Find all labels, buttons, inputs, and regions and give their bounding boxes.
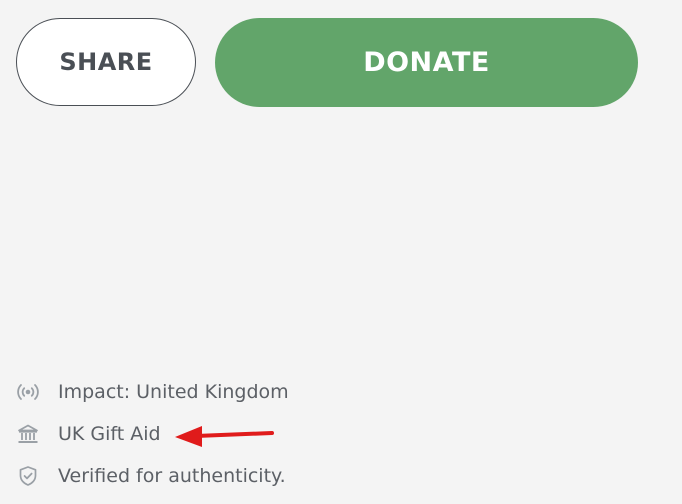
verified-info-row: Verified for authenticity.: [16, 461, 286, 491]
annotation-arrow-icon: [175, 426, 274, 447]
bank-icon: [16, 422, 40, 446]
gift-aid-info-row: UK Gift Aid: [16, 419, 161, 449]
donate-button[interactable]: DONATE: [215, 18, 638, 107]
share-button[interactable]: SHARE: [16, 18, 196, 106]
shield-check-icon: [16, 464, 40, 488]
impact-info-row: Impact: United Kingdom: [16, 377, 289, 407]
impact-label: Impact: United Kingdom: [58, 381, 289, 403]
verified-label: Verified for authenticity.: [58, 465, 286, 487]
broadcast-icon: [16, 380, 40, 404]
gift-aid-label: UK Gift Aid: [58, 423, 161, 445]
